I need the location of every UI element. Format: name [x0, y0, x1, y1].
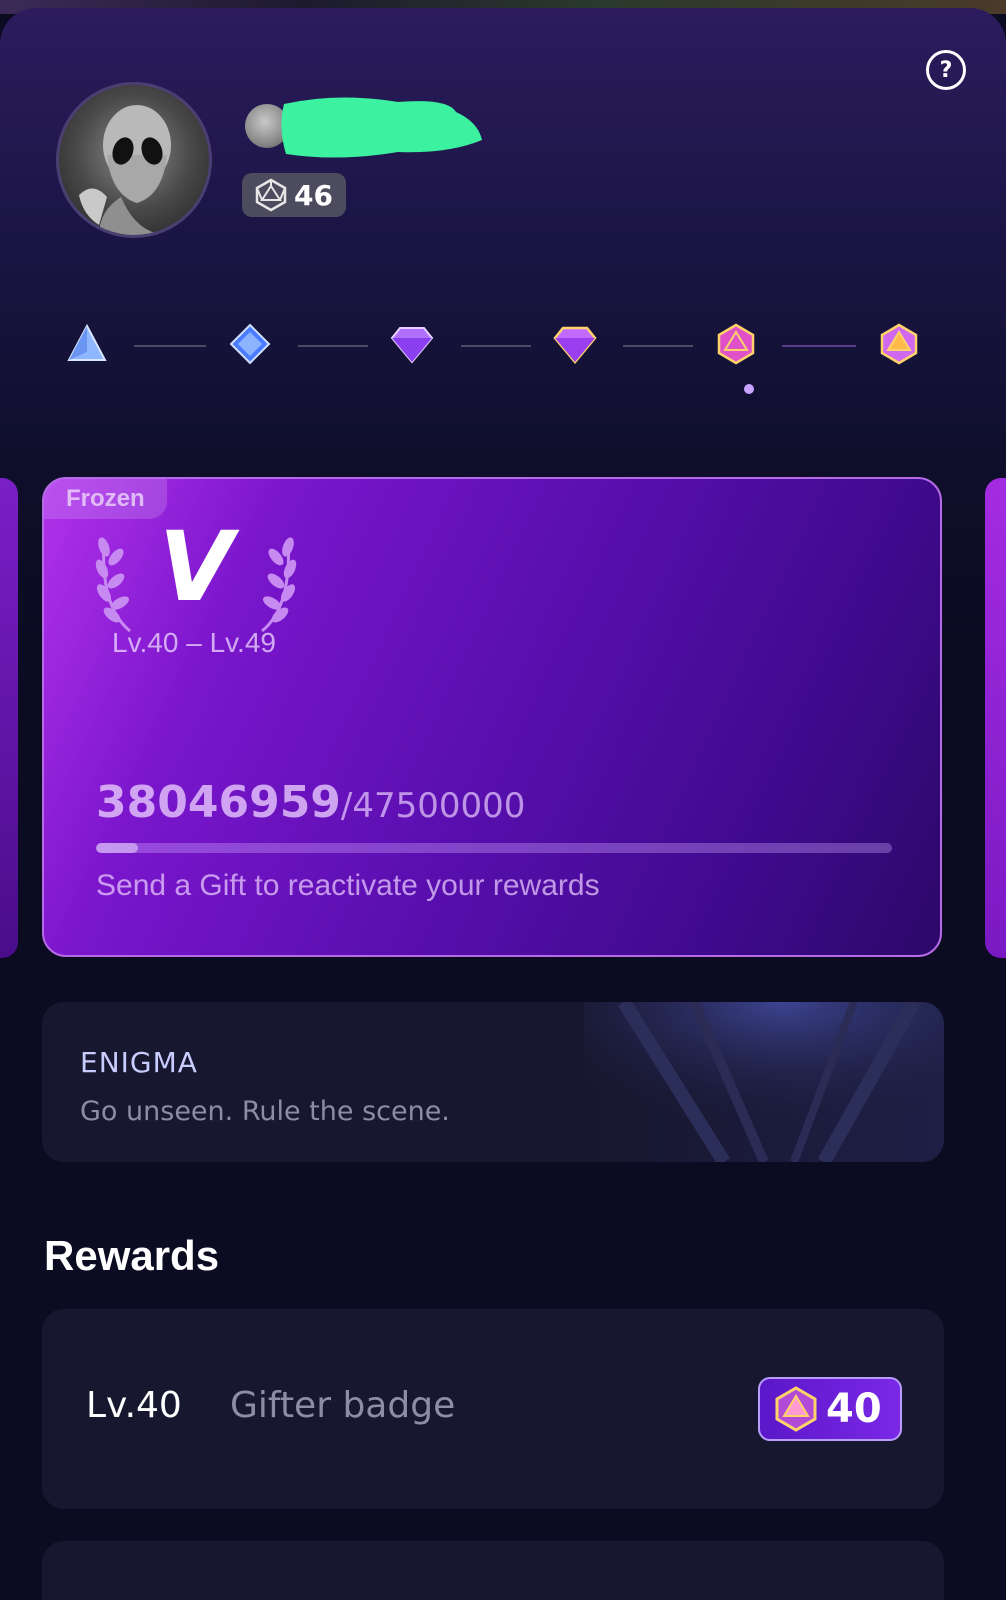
help-button[interactable]: ? — [926, 50, 966, 90]
help-icon: ? — [939, 57, 953, 83]
gifter-level-chip: 46 — [242, 173, 346, 217]
current-tier-card[interactable]: Frozen V Lv.40 – Lv.49 38046959/47500000… — [42, 477, 942, 957]
tier-progress-row — [0, 318, 1006, 398]
gifter-badge-preview: 40 — [758, 1377, 902, 1441]
current-points: 38046959 — [96, 777, 341, 828]
tier-connector — [623, 345, 693, 347]
badge-gem-icon — [775, 1386, 817, 1432]
tier-connector — [461, 345, 531, 347]
redacted-username — [281, 97, 482, 158]
reward-level: Lv.40 — [86, 1385, 182, 1426]
status-badge: Frozen — [44, 479, 167, 519]
reward-item[interactable] — [42, 1541, 944, 1600]
enigma-card[interactable]: ENIGMA Go unseen. Rule the scene. — [42, 1002, 944, 1162]
avatar[interactable] — [56, 82, 212, 238]
gifter-level-value: 46 — [294, 178, 333, 212]
rewards-heading: Rewards — [44, 1232, 220, 1279]
badge-level-value: 40 — [826, 1386, 882, 1432]
tier-5-gem-icon[interactable] — [714, 322, 758, 366]
tier-3-gem-icon[interactable] — [390, 322, 434, 366]
reactivate-note: Send a Gift to reactivate your rewards — [96, 869, 600, 902]
next-tier-card[interactable] — [985, 478, 1006, 958]
tier-connector — [298, 345, 368, 347]
previous-tier-card[interactable] — [0, 478, 18, 958]
tier-6-gem-icon[interactable] — [877, 322, 921, 366]
tier-4-gem-icon[interactable] — [553, 322, 597, 366]
points-progress-text: 38046959/47500000 — [96, 777, 525, 828]
tier-connector — [134, 345, 206, 347]
level-gem-icon — [255, 178, 287, 212]
level-range: Lv.40 – Lv.49 — [112, 627, 276, 658]
spotlight-decoration — [584, 1002, 944, 1162]
total-points: /47500000 — [340, 786, 526, 826]
tier-2-gem-icon[interactable] — [228, 322, 272, 366]
gifter-level-sheet: ? 46 Frozen V Lv.40 – Lv.49 38046959/475… — [0, 8, 1006, 1600]
reward-item[interactable]: Lv.40 Gifter badge 40 — [42, 1309, 944, 1509]
alien-avatar-icon — [79, 105, 171, 235]
selected-tier-indicator — [744, 384, 754, 394]
tier-letter: V — [158, 511, 234, 623]
tier-1-gem-icon[interactable] — [65, 322, 109, 366]
points-progress-bar — [96, 843, 892, 853]
points-progress-fill — [96, 843, 139, 853]
laurel-right-icon — [261, 537, 297, 633]
reward-name: Gifter badge — [230, 1385, 456, 1426]
enigma-subtitle: Go unseen. Rule the scene. — [80, 1096, 450, 1127]
tier-connector — [782, 345, 856, 347]
laurel-left-icon — [95, 537, 131, 633]
enigma-title: ENIGMA — [80, 1046, 198, 1079]
